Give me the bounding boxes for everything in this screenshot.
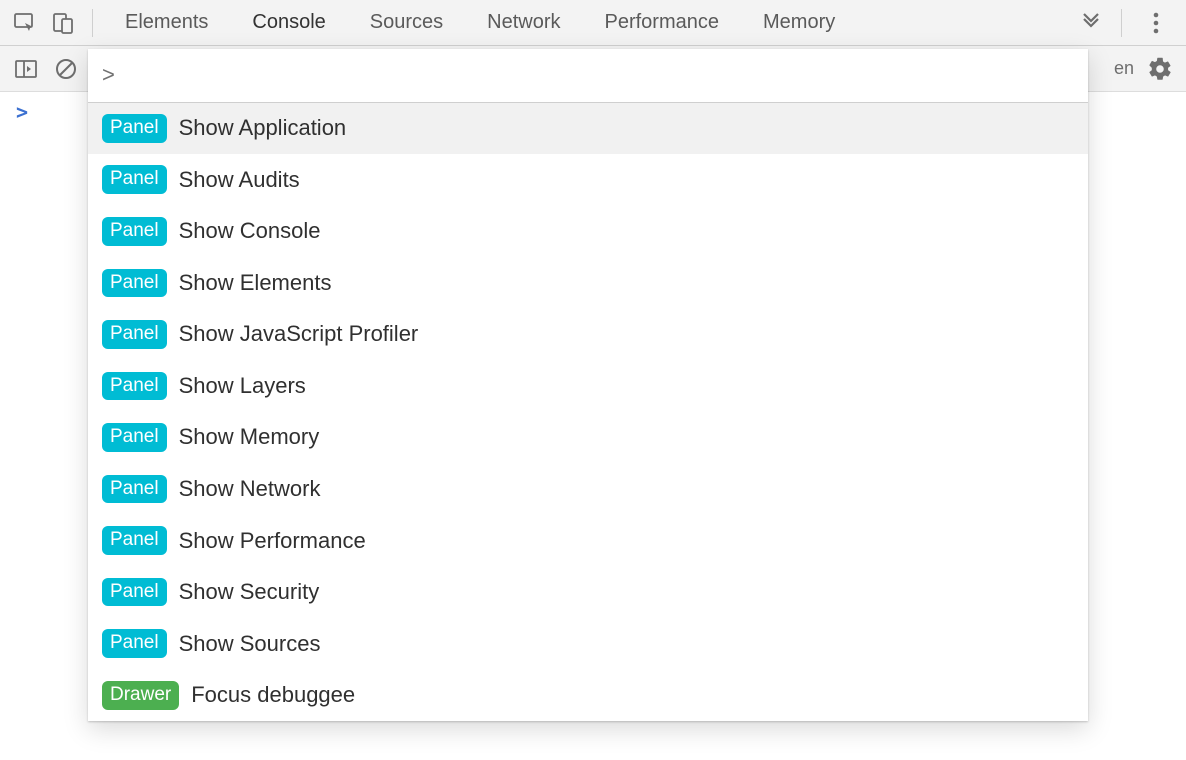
command-menu-results: Panel Show Application Panel Show Audits… (88, 103, 1088, 721)
command-item-show-memory[interactable]: Panel Show Memory (88, 412, 1088, 464)
device-toggle-icon[interactable] (44, 4, 82, 42)
toolbar-hidden-text: en (1108, 58, 1140, 79)
command-item-label: Focus debuggee (191, 682, 355, 708)
command-item-label: Show Sources (179, 631, 321, 657)
command-menu: > Panel Show Application Panel Show Audi… (88, 49, 1088, 721)
command-item-label: Show JavaScript Profiler (179, 321, 419, 347)
command-item-show-performance[interactable]: Panel Show Performance (88, 515, 1088, 567)
command-item-focus-debuggee[interactable]: Drawer Focus debuggee (88, 669, 1088, 721)
badge-drawer: Drawer (102, 681, 179, 710)
badge-panel: Panel (102, 526, 167, 555)
command-item-label: Show Memory (179, 424, 320, 450)
command-item-label: Show Security (179, 579, 320, 605)
tab-bar-divider (92, 9, 93, 37)
badge-panel: Panel (102, 217, 167, 246)
command-item-show-layers[interactable]: Panel Show Layers (88, 360, 1088, 412)
command-item-show-javascript-profiler[interactable]: Panel Show JavaScript Profiler (88, 309, 1088, 361)
tab-label: Performance (605, 11, 720, 34)
command-item-show-application[interactable]: Panel Show Application (88, 103, 1088, 155)
console-prompt[interactable]: > (16, 100, 28, 124)
badge-panel: Panel (102, 578, 167, 607)
badge-panel: Panel (102, 114, 167, 143)
inspect-icon[interactable] (6, 4, 44, 42)
badge-panel: Panel (102, 475, 167, 504)
tab-console[interactable]: Console (230, 0, 347, 45)
sidebar-toggle-icon[interactable] (6, 50, 46, 88)
command-item-label: Show Performance (179, 528, 366, 554)
badge-panel: Panel (102, 372, 167, 401)
command-item-show-audits[interactable]: Panel Show Audits (88, 154, 1088, 206)
command-item-show-network[interactable]: Panel Show Network (88, 463, 1088, 515)
tab-label: Memory (763, 11, 835, 34)
tab-bar-divider-right (1121, 9, 1122, 37)
command-item-label: Show Network (179, 476, 321, 502)
panel-tabs: Elements Console Sources Network Perform… (103, 0, 1071, 45)
more-tabs-button[interactable] (1071, 11, 1111, 35)
command-menu-search-row: > (88, 49, 1088, 103)
tab-network[interactable]: Network (465, 0, 582, 45)
badge-panel: Panel (102, 269, 167, 298)
command-item-show-elements[interactable]: Panel Show Elements (88, 257, 1088, 309)
tab-sources[interactable]: Sources (348, 0, 465, 45)
command-item-label: Show Console (179, 218, 321, 244)
badge-panel: Panel (102, 320, 167, 349)
command-menu-input[interactable] (119, 62, 1074, 88)
command-item-label: Show Audits (179, 167, 300, 193)
tab-elements[interactable]: Elements (103, 0, 230, 45)
command-item-show-sources[interactable]: Panel Show Sources (88, 618, 1088, 670)
tab-memory[interactable]: Memory (741, 0, 857, 45)
devtools-tab-bar: Elements Console Sources Network Perform… (0, 0, 1186, 46)
command-item-show-security[interactable]: Panel Show Security (88, 566, 1088, 618)
command-prefix: > (102, 62, 119, 88)
command-item-show-console[interactable]: Panel Show Console (88, 206, 1088, 258)
tab-label: Network (487, 11, 560, 34)
command-item-label: Show Elements (179, 270, 332, 296)
badge-panel: Panel (102, 629, 167, 658)
command-item-label: Show Layers (179, 373, 306, 399)
settings-gear-icon[interactable] (1140, 50, 1180, 88)
badge-panel: Panel (102, 423, 167, 452)
clear-console-icon[interactable] (46, 50, 86, 88)
tab-label: Elements (125, 11, 208, 34)
kebab-menu-icon[interactable] (1132, 0, 1180, 46)
tab-label: Sources (370, 11, 443, 34)
tab-performance[interactable]: Performance (583, 0, 742, 45)
tab-label: Console (252, 11, 325, 34)
badge-panel: Panel (102, 165, 167, 194)
command-item-label: Show Application (179, 115, 347, 141)
